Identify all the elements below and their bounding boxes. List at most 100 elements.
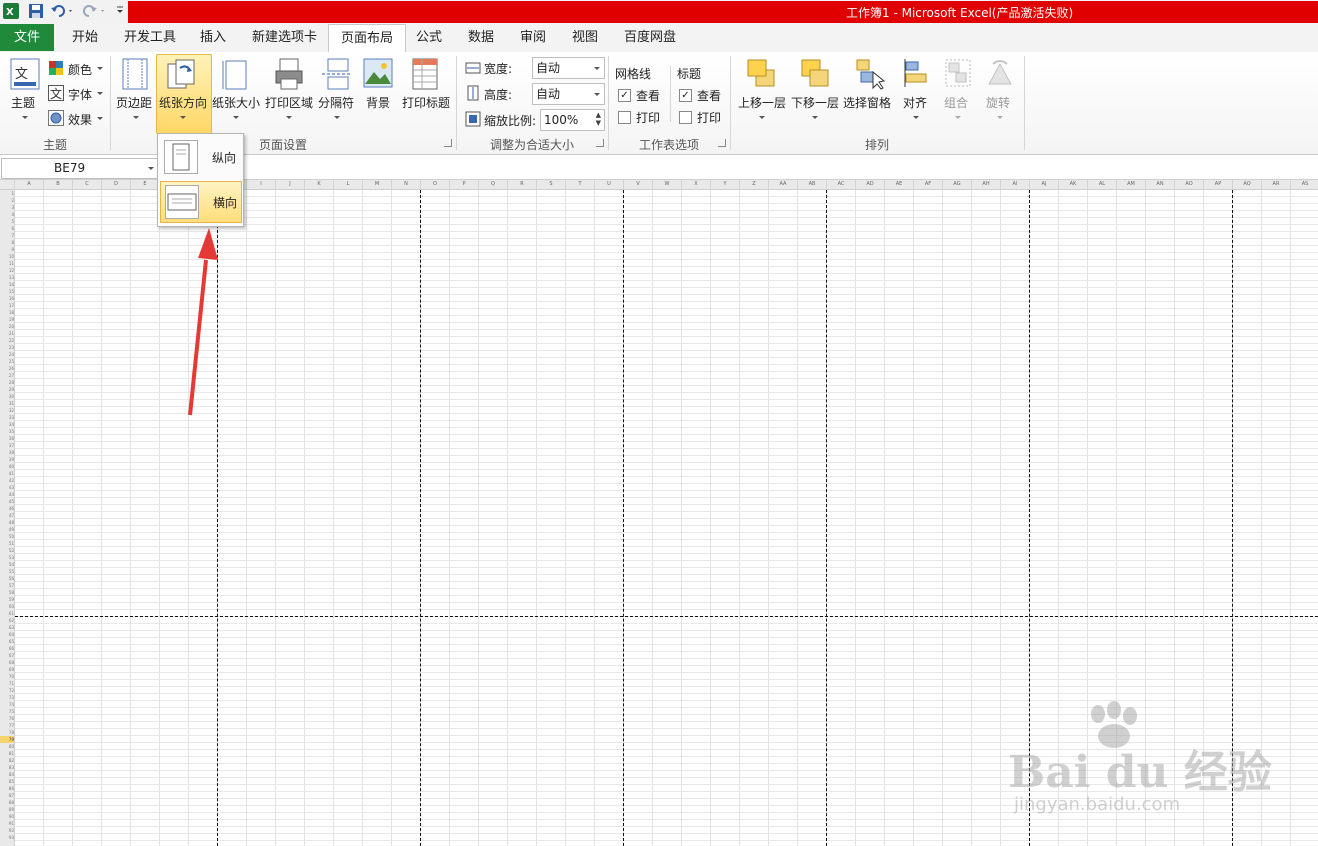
row-header[interactable]: 7	[0, 232, 14, 239]
column-header[interactable]: J	[276, 180, 305, 189]
row-header[interactable]: 16	[0, 295, 14, 302]
column-header[interactable]: K	[305, 180, 334, 189]
tab-new[interactable]: 新建选项卡	[240, 24, 329, 51]
effects-icon[interactable]	[48, 110, 64, 129]
row-header[interactable]: 15	[0, 288, 14, 295]
column-header[interactable]: B	[44, 180, 73, 189]
row-header[interactable]: 18	[0, 309, 14, 316]
row-header[interactable]: 12	[0, 267, 14, 274]
row-header[interactable]: 2	[0, 197, 14, 204]
row-header[interactable]: 69	[0, 666, 14, 673]
row-header[interactable]: 28	[0, 379, 14, 386]
name-box-caret-icon[interactable]	[148, 167, 154, 170]
row-header[interactable]: 45	[0, 498, 14, 505]
tab-developer[interactable]: 开发工具	[112, 24, 188, 51]
tab-file[interactable]: 文件	[0, 24, 54, 51]
row-header[interactable]: 42	[0, 477, 14, 484]
column-header[interactable]: AH	[972, 180, 1001, 189]
row-header[interactable]: 60	[0, 603, 14, 610]
row-header[interactable]: 73	[0, 694, 14, 701]
row-header[interactable]: 63	[0, 624, 14, 631]
row-header[interactable]: 82	[0, 757, 14, 764]
scale-spinner[interactable]: 100% ▲ ▼	[540, 109, 605, 131]
column-header[interactable]: AE	[885, 180, 914, 189]
column-header[interactable]: R	[508, 180, 537, 189]
row-header[interactable]: 57	[0, 582, 14, 589]
column-header[interactable]: S	[537, 180, 566, 189]
column-header[interactable]: AC	[827, 180, 856, 189]
row-header[interactable]: 51	[0, 540, 14, 547]
name-box[interactable]: BE79	[1, 158, 158, 179]
row-header[interactable]: 35	[0, 428, 14, 435]
row-header[interactable]: 64	[0, 631, 14, 638]
paper-size-button[interactable]: 纸张大小	[212, 94, 260, 111]
row-header[interactable]: 32	[0, 407, 14, 414]
scale-launcher-icon[interactable]	[596, 139, 604, 147]
column-header[interactable]: P	[450, 180, 479, 189]
column-header[interactable]: U	[595, 180, 624, 189]
row-header[interactable]: 86	[0, 785, 14, 792]
row-header[interactable]: 24	[0, 351, 14, 358]
column-header[interactable]: Q	[479, 180, 508, 189]
column-header[interactable]: V	[624, 180, 653, 189]
column-header[interactable]: E	[131, 180, 160, 189]
row-header[interactable]: 62	[0, 617, 14, 624]
headings-print-checkbox[interactable]	[679, 111, 692, 124]
margins-icon[interactable]	[121, 58, 149, 93]
background-button[interactable]: 背景	[366, 94, 390, 111]
select-all-corner[interactable]	[0, 180, 15, 189]
column-header[interactable]: O	[421, 180, 450, 189]
row-header[interactable]: 38	[0, 449, 14, 456]
column-header[interactable]: X	[682, 180, 711, 189]
row-header[interactable]: 58	[0, 589, 14, 596]
row-header[interactable]: 47	[0, 512, 14, 519]
width-dropdown[interactable]: 自动	[532, 57, 605, 79]
row-header[interactable]: 20	[0, 323, 14, 330]
row-header[interactable]: 5	[0, 218, 14, 225]
row-header[interactable]: 84	[0, 771, 14, 778]
row-header[interactable]: 17	[0, 302, 14, 309]
row-header[interactable]: 13	[0, 274, 14, 281]
column-header[interactable]: AP	[1204, 180, 1233, 189]
column-header[interactable]: AR	[1262, 180, 1291, 189]
row-header[interactable]: 4	[0, 211, 14, 218]
column-header[interactable]: D	[102, 180, 131, 189]
row-header[interactable]: 78	[0, 729, 14, 736]
row-header[interactable]: 44	[0, 491, 14, 498]
column-header[interactable]: Z	[740, 180, 769, 189]
fonts-button[interactable]: 字体	[68, 86, 92, 103]
headings-view-checkbox[interactable]: ✓	[679, 89, 692, 102]
selection-pane-button[interactable]: 选择窗格	[843, 94, 891, 111]
column-header[interactable]: AL	[1088, 180, 1117, 189]
height-dropdown[interactable]: 自动	[532, 83, 605, 105]
column-header[interactable]: AB	[798, 180, 827, 189]
tab-review[interactable]: 审阅	[508, 24, 558, 51]
column-header[interactable]: I	[247, 180, 276, 189]
column-header[interactable]: AK	[1059, 180, 1088, 189]
row-header[interactable]: 65	[0, 638, 14, 645]
row-header[interactable]: 39	[0, 456, 14, 463]
row-header[interactable]: 59	[0, 596, 14, 603]
column-header[interactable]: AS	[1291, 180, 1318, 189]
breaks-icon[interactable]	[322, 58, 350, 93]
row-header[interactable]: 56	[0, 575, 14, 582]
row-header[interactable]: 31	[0, 400, 14, 407]
column-header[interactable]: AQ	[1233, 180, 1262, 189]
background-icon[interactable]	[363, 58, 393, 91]
tab-page-layout[interactable]: 页面布局	[328, 24, 407, 53]
row-header[interactable]: 61	[0, 610, 14, 617]
row-header[interactable]: 70	[0, 673, 14, 680]
row-header[interactable]: 25	[0, 358, 14, 365]
row-header[interactable]: 55	[0, 568, 14, 575]
row-header[interactable]: 74	[0, 701, 14, 708]
column-header[interactable]: AN	[1146, 180, 1175, 189]
row-header[interactable]: 27	[0, 372, 14, 379]
row-header[interactable]: 79	[0, 736, 14, 743]
column-header[interactable]: W	[653, 180, 682, 189]
row-header[interactable]: 76	[0, 715, 14, 722]
column-header[interactable]: AI	[1001, 180, 1030, 189]
column-header[interactable]: M	[363, 180, 392, 189]
fonts-icon[interactable]: 文	[48, 85, 64, 104]
row-header[interactable]: 46	[0, 505, 14, 512]
row-header[interactable]: 48	[0, 519, 14, 526]
